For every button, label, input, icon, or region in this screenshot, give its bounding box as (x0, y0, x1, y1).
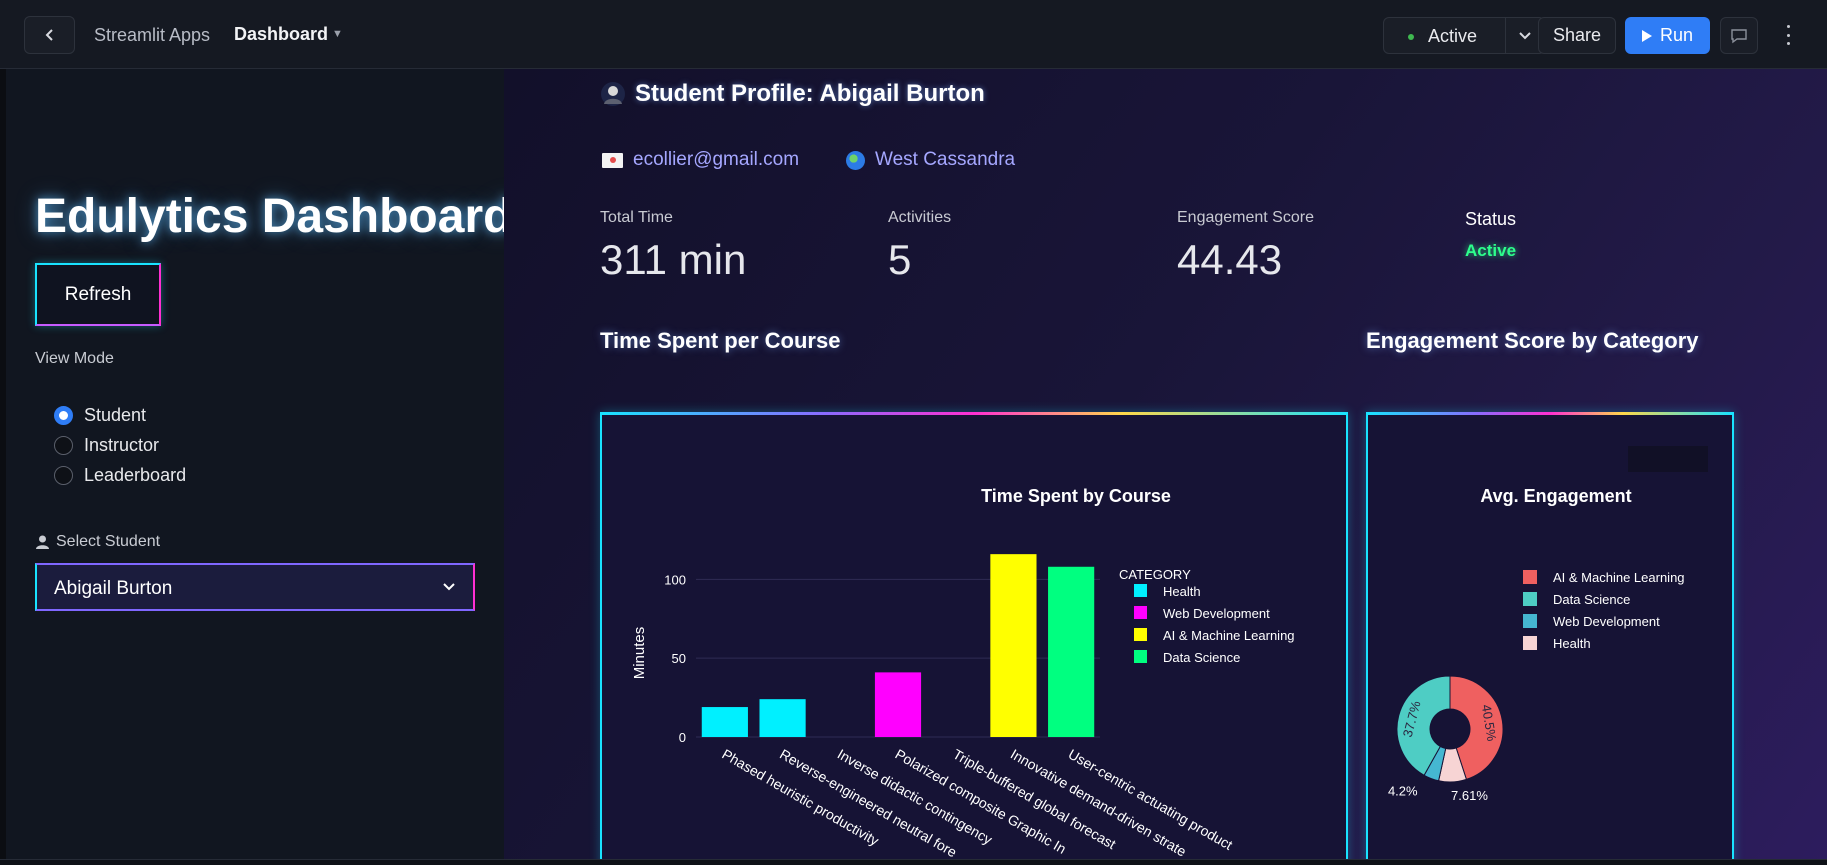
metric-total-time: Total Time 311 min (600, 209, 746, 284)
bar[interactable] (1048, 566, 1095, 737)
legend-swatch (1523, 592, 1537, 606)
profile-title: Student Profile: Abigail Burton (600, 80, 985, 108)
metric-label: Activities (888, 209, 952, 226)
legend-item[interactable]: AI & Machine Learning (1163, 628, 1295, 643)
pie-chart: Avg. Engagement 40.5%37.7%4.2% 7.61% AI &… (1388, 446, 1708, 803)
play-icon (1641, 29, 1652, 42)
radio-unselected-icon[interactable] (54, 465, 73, 485)
radio-label: Leaderboard (84, 464, 187, 485)
divider (1505, 18, 1506, 53)
metric-value: 44.43 (1177, 236, 1283, 283)
metric-value: 311 min (600, 236, 747, 283)
legend-item[interactable]: Health (1553, 636, 1591, 651)
bar[interactable] (874, 672, 922, 737)
profile-title-text: Student Profile: Abigail Burton (635, 80, 985, 107)
select-student-label: Select Student (35, 533, 160, 551)
app-toolbar: Streamlit Apps Dashboard ▼ Active Share … (0, 0, 1827, 69)
y-tick-label: 0 (679, 730, 686, 745)
breadcrumb-page[interactable]: Dashboard (234, 24, 328, 45)
comment-icon (1731, 28, 1747, 43)
location-contact: West Cassandra (846, 149, 1015, 171)
radio-unselected-icon[interactable] (54, 435, 73, 455)
panel-accent-line (602, 412, 1346, 415)
metric-engagement-score: Engagement Score 44.43 (1177, 209, 1314, 284)
metric-label: Engagement Score (1177, 209, 1314, 226)
location-text: West Cassandra (875, 149, 1016, 170)
legend-item[interactable]: Web Development (1163, 606, 1270, 621)
metric-label: Total Time (600, 209, 673, 226)
legend-item[interactable]: Health (1163, 584, 1201, 599)
radio-leaderboard[interactable]: Leaderboard (54, 463, 186, 487)
legend-swatch (1134, 650, 1147, 663)
status-dot-icon (1408, 34, 1414, 40)
email-text[interactable]: ecollier@gmail.com (633, 149, 799, 171)
student-icon (601, 82, 625, 106)
y-tick-label: 50 (672, 651, 686, 666)
legend-item[interactable]: Data Science (1553, 592, 1630, 607)
chevron-down-icon[interactable] (442, 580, 456, 594)
run-button-label: Run (1659, 25, 1694, 45)
main-content: Student Profile: Abigail Burton ecollier… (504, 69, 1827, 865)
share-button[interactable]: Share (1538, 17, 1616, 54)
legend-swatch (1523, 614, 1537, 628)
run-button[interactable]: Run (1625, 17, 1710, 54)
legend-swatch (1523, 636, 1537, 650)
bar[interactable] (990, 554, 1037, 737)
refresh-button[interactable]: Refresh (35, 263, 161, 326)
radio-label: Student (84, 404, 147, 425)
time-section-title: Time Spent per Course (600, 328, 841, 353)
back-button[interactable] (24, 16, 75, 54)
bar-chart-panel: Time Spent by Course Minutes 0 50 100 Phas… (600, 412, 1348, 865)
radio-instructor[interactable]: Instructor (54, 433, 159, 457)
globe-icon (846, 150, 865, 170)
legend-swatch (1134, 628, 1147, 641)
y-tick-label: 100 (664, 572, 686, 587)
email-contact: ecollier@gmail.com (602, 149, 799, 171)
pie-value-label: 4.2% (1388, 783, 1418, 798)
radio-student[interactable]: Student (54, 403, 146, 427)
app-status-dropdown[interactable]: Active (1383, 17, 1545, 54)
chevron-down-icon[interactable] (1515, 27, 1535, 45)
legend-swatch (1523, 570, 1537, 584)
metric-status: Status Active (1465, 209, 1516, 261)
app-status-label: Active (1428, 26, 1478, 46)
metric-value: 5 (888, 236, 912, 283)
bar-chart: Time Spent by Course Minutes 050100 Phas… (631, 486, 1295, 860)
bottom-edge (0, 859, 1827, 865)
legend-item[interactable]: AI & Machine Learning (1553, 570, 1685, 585)
legend-item[interactable]: Web Development (1553, 614, 1660, 629)
panel-accent-line (1368, 412, 1732, 415)
student-select[interactable]: Abigail Burton (35, 563, 475, 611)
status-value: Active (1465, 241, 1517, 260)
bar[interactable] (701, 707, 748, 737)
select-student-text: Select Student (56, 533, 161, 550)
chevron-left-icon (45, 29, 53, 41)
pie-value-label: 7.61% (1451, 788, 1488, 803)
comment-button[interactable] (1720, 17, 1758, 54)
radio-selected-icon[interactable] (54, 405, 73, 425)
radio-label: Instructor (84, 434, 160, 455)
y-axis-label: Minutes (631, 627, 648, 680)
pie-chart-panel: Avg. Engagement 40.5% 37.7% 4.2% 7.61% AI &… (1366, 412, 1734, 865)
metric-activities: Activities 5 (888, 209, 951, 284)
caret-down-icon[interactable]: ▼ (332, 28, 343, 40)
chart-title: Time Spent by Course (981, 486, 1171, 506)
engagement-section-title: Engagement Score by Category (1366, 328, 1699, 353)
legend-title: CATEGORY (1119, 567, 1191, 582)
legend-swatch (1134, 606, 1147, 619)
status-label: Status (1465, 209, 1517, 229)
view-mode-label: View Mode (35, 350, 114, 367)
chart-modebar[interactable] (1628, 446, 1708, 472)
student-icon (36, 535, 49, 549)
student-select-value: Abigail Burton (54, 578, 173, 599)
envelope-icon (602, 152, 623, 168)
bar[interactable] (759, 699, 806, 737)
chart-title: Avg. Engagement (1480, 486, 1631, 506)
more-options-icon[interactable] (1782, 22, 1794, 48)
legend-item[interactable]: Data Science (1163, 650, 1240, 665)
breadcrumb-app[interactable]: Streamlit Apps (94, 25, 210, 46)
sidebar-title: Edulytics Dashboard (35, 190, 513, 243)
legend-swatch (1134, 584, 1147, 597)
